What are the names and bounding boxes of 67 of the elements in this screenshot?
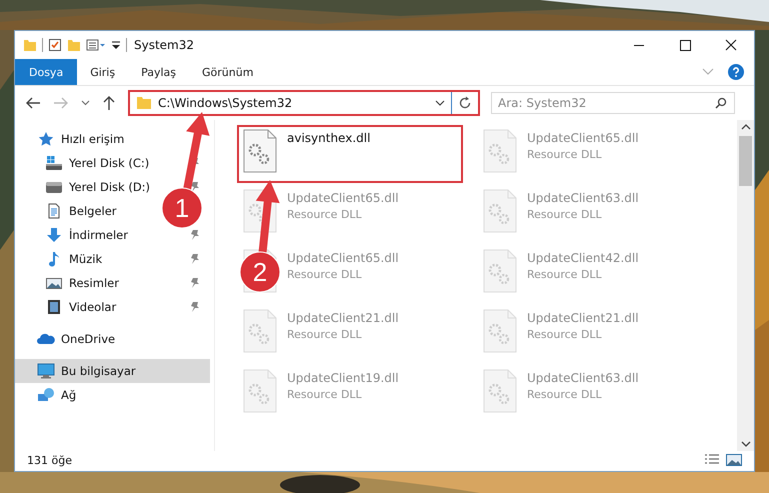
sidebar-item[interactable]: OneDrive xyxy=(61,332,116,346)
drive-icon xyxy=(45,155,63,171)
folder-icon xyxy=(136,96,152,110)
callout-number: 1 xyxy=(174,193,190,223)
chevron-down-icon[interactable] xyxy=(435,100,445,106)
file-name: UpdateClient65.dll xyxy=(527,131,639,145)
sidebar-item[interactable]: Videolar xyxy=(69,300,116,314)
sidebar-item[interactable]: Resimler xyxy=(69,276,119,290)
gear-file-icon xyxy=(243,129,277,173)
sidebar-item[interactable]: Ağ xyxy=(61,388,76,402)
address-bar[interactable]: C:\Windows\System32 xyxy=(128,90,480,116)
properties-icon[interactable] xyxy=(48,38,62,52)
sidebar-item[interactable]: Belgeler xyxy=(69,204,117,218)
file-name: UpdateClient65.dll xyxy=(287,251,399,265)
file-name: UpdateClient63.dll xyxy=(527,371,639,385)
address-path: C:\Windows\System32 xyxy=(158,96,294,110)
pin-icon[interactable] xyxy=(190,301,200,313)
pin-icon[interactable] xyxy=(190,229,200,241)
search-icon[interactable] xyxy=(715,97,727,109)
ribbon-tab[interactable]: Görünüm xyxy=(189,59,266,85)
sidebar-item[interactable]: İndirmeler xyxy=(69,228,128,242)
file-name: UpdateClient19.dll xyxy=(287,371,399,385)
ribbon-tab[interactable]: Giriş xyxy=(77,59,128,85)
search-field[interactable]: Ara: System32 xyxy=(491,92,735,114)
file-type: Resource DLL xyxy=(527,268,603,281)
drive-icon xyxy=(45,179,63,195)
pin-icon[interactable] xyxy=(190,181,200,193)
callout-number: 2 xyxy=(252,257,268,287)
file-name: UpdateClient21.dll xyxy=(287,311,399,325)
ribbon-tab[interactable]: Dosya xyxy=(15,59,78,85)
file-item[interactable]: avisynthex.dll xyxy=(237,125,463,183)
film-icon xyxy=(45,299,63,315)
picture-icon xyxy=(45,275,63,291)
scrollbar[interactable] xyxy=(737,120,754,451)
sidebar-item[interactable]: Hızlı erişim xyxy=(61,132,124,146)
item-count: 131 öğe xyxy=(27,454,72,466)
chevron-down-icon[interactable] xyxy=(81,100,90,106)
sidebar-item[interactable]: Yerel Disk (C:) xyxy=(69,156,150,170)
file-type: Resource DLL xyxy=(527,388,603,401)
file-type: Resource DLL xyxy=(287,328,363,341)
file-type: Resource DLL xyxy=(527,208,603,221)
sidebar-item[interactable]: Müzik xyxy=(69,252,102,266)
file-name: UpdateClient42.dll xyxy=(527,251,639,265)
view-options-icon[interactable] xyxy=(86,38,106,52)
file-type: Resource DLL xyxy=(527,328,603,341)
scroll-thumb[interactable] xyxy=(739,136,752,186)
file-type: Resource DLL xyxy=(287,388,363,401)
file-type: Resource DLL xyxy=(527,148,603,161)
large-icons-view-icon[interactable] xyxy=(726,453,742,467)
file-name: UpdateClient63.dll xyxy=(527,191,639,205)
sidebar-item[interactable]: Bu bilgisayar xyxy=(15,359,210,383)
file-name: avisynthex.dll xyxy=(287,131,370,145)
refresh-icon[interactable] xyxy=(458,96,472,110)
window-title: System32 xyxy=(134,38,194,52)
file-name: UpdateClient21.dll xyxy=(527,311,639,325)
ribbon-tab[interactable]: Paylaş xyxy=(128,59,189,85)
file-type: Resource DLL xyxy=(287,208,363,221)
help-icon[interactable] xyxy=(728,64,744,80)
file-type: Resource DLL xyxy=(287,268,363,281)
pin-icon[interactable] xyxy=(190,277,200,289)
pin-icon[interactable] xyxy=(190,253,200,265)
sidebar-label: Bu bilgisayar xyxy=(61,364,136,378)
up-arrow-icon[interactable] xyxy=(102,95,116,111)
sidebar-item[interactable]: Yerel Disk (D:) xyxy=(69,180,150,194)
file-name: UpdateClient65.dll xyxy=(287,191,399,205)
download-arrow-icon xyxy=(45,227,63,243)
back-icon[interactable] xyxy=(25,96,41,110)
